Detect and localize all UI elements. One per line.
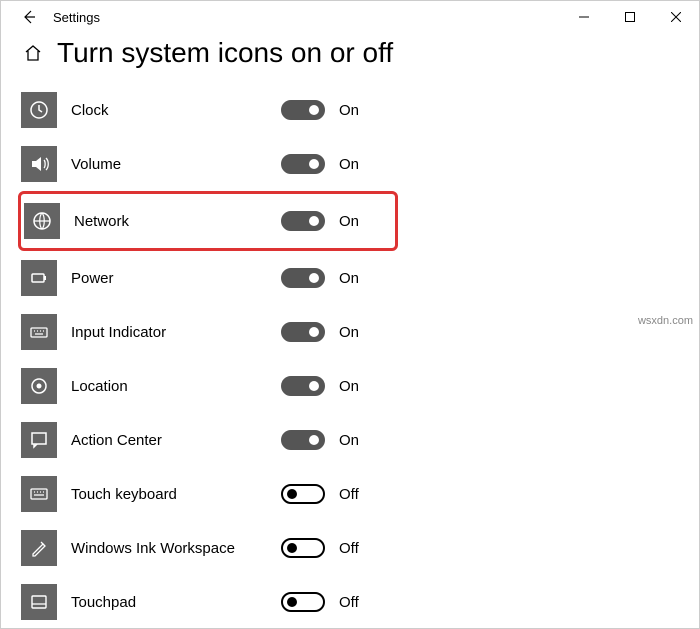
close-button[interactable] [653,1,699,33]
setting-label: Input Indicator [71,324,281,341]
location-icon-box [21,368,57,404]
toggle-location[interactable] [281,376,325,396]
toggle-state-label: On [339,213,359,230]
setting-label: Touchpad [71,594,281,611]
setting-row-ink: Windows Ink Workspace Off [21,521,679,575]
home-button[interactable] [21,43,45,63]
toggle-knob [309,216,319,226]
toggle-wrap: Off [281,592,359,612]
toggle-wrap: On [281,211,359,231]
touchpad-icon [27,590,51,614]
home-icon [23,43,43,63]
toggle-knob [309,159,319,169]
toggle-clock[interactable] [281,100,325,120]
toggle-state-label: Off [339,594,359,611]
setting-label: Volume [71,156,281,173]
toggle-wrap: On [281,154,359,174]
clock-icon-box [21,92,57,128]
network-icon [30,209,54,233]
toggle-knob [309,105,319,115]
ink-icon-box [21,530,57,566]
volume-icon-box [21,146,57,182]
setting-label: Action Center [71,432,281,449]
touchpad-icon-box [21,584,57,620]
setting-label: Network [74,213,281,230]
battery-icon-box [21,260,57,296]
keyboard-icon-box [21,314,57,350]
watermark: wsxdn.com [638,315,693,327]
toggle-state-label: On [339,156,359,173]
toggle-wrap: On [281,100,359,120]
setting-label: Power [71,270,281,287]
setting-label: Windows Ink Workspace [71,540,281,557]
toggle-knob [287,543,297,553]
toggle-state-label: On [339,102,359,119]
action-center-icon [27,428,51,452]
toggle-knob [287,489,297,499]
volume-icon [27,152,51,176]
close-icon [671,12,681,22]
touch-keyboard-icon [27,482,51,506]
toggle-state-label: Off [339,486,359,503]
minimize-button[interactable] [561,1,607,33]
toggle-volume[interactable] [281,154,325,174]
touch-keyboard-icon-box [21,476,57,512]
window-controls [561,1,699,33]
settings-list: ClockOnVolumeOnNetworkOnPowerOnInput Ind… [1,83,699,629]
toggle-state-label: On [339,324,359,341]
setting-label: Touch keyboard [71,486,281,503]
toggle-wrap: Off [281,484,359,504]
toggle-touchpad[interactable] [281,592,325,612]
network-icon-box [24,203,60,239]
page-title: Turn system icons on or off [57,37,393,69]
setting-row-touchkeyboard: Touch keyboard Off [21,467,679,521]
setting-row-network: Network On [18,191,398,251]
toggle-wrap: On [281,430,359,450]
toggle-knob [309,273,319,283]
toggle-input[interactable] [281,322,325,342]
battery-icon [27,266,51,290]
setting-row-power: Power On [21,251,679,305]
toggle-state-label: On [339,378,359,395]
minimize-icon [579,12,589,22]
page-header: Turn system icons on or off [1,33,699,83]
window-title: Settings [49,10,561,25]
toggle-actioncenter[interactable] [281,430,325,450]
keyboard-icon [27,320,51,344]
back-button[interactable] [9,9,49,25]
maximize-icon [625,12,635,22]
setting-row-actioncenter: Action Center On [21,413,679,467]
setting-row-touchpad: Touchpad Off [21,575,679,629]
setting-label: Clock [71,102,281,119]
maximize-button[interactable] [607,1,653,33]
toggle-knob [309,327,319,337]
toggle-wrap: On [281,376,359,396]
setting-row-location: Location On [21,359,679,413]
toggle-power[interactable] [281,268,325,288]
setting-row-volume: Volume On [21,137,679,191]
toggle-touchkeyboard[interactable] [281,484,325,504]
toggle-wrap: Off [281,538,359,558]
toggle-network[interactable] [281,211,325,231]
setting-row-clock: Clock On [21,83,679,137]
action-center-icon-box [21,422,57,458]
setting-label: Location [71,378,281,395]
back-arrow-icon [21,9,37,25]
toggle-knob [309,381,319,391]
clock-icon [27,98,51,122]
toggle-state-label: On [339,270,359,287]
toggle-knob [309,435,319,445]
toggle-state-label: On [339,432,359,449]
ink-icon [27,536,51,560]
setting-row-input: Input Indicator On [21,305,679,359]
toggle-wrap: On [281,322,359,342]
location-icon [27,374,51,398]
toggle-wrap: On [281,268,359,288]
toggle-ink[interactable] [281,538,325,558]
toggle-state-label: Off [339,540,359,557]
toggle-knob [287,597,297,607]
titlebar: Settings [1,1,699,33]
